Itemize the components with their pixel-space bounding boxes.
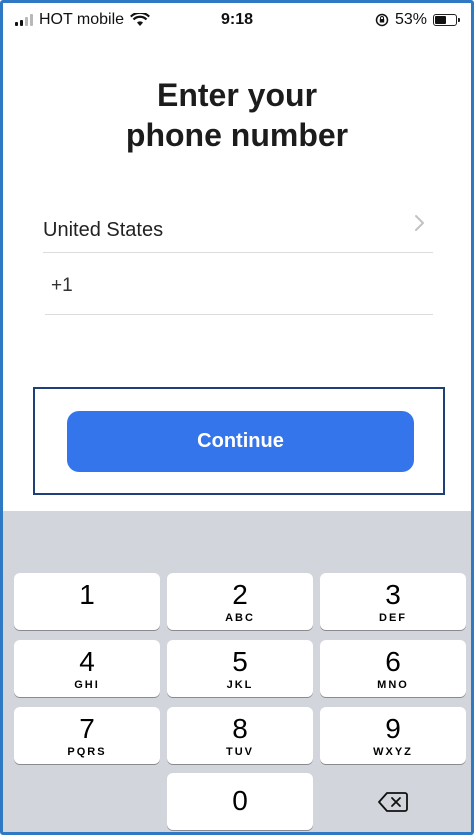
key-letters: MNO bbox=[377, 679, 409, 691]
status-right: 53% bbox=[375, 11, 460, 29]
delete-key[interactable] bbox=[320, 773, 466, 830]
battery-icon bbox=[433, 14, 460, 26]
key-digit: 1 bbox=[79, 579, 95, 610]
battery-percent: 53% bbox=[394, 11, 427, 28]
key-letters: ABC bbox=[225, 612, 255, 624]
page-title-line-2: phone number bbox=[125, 117, 349, 153]
key-digit: 2 bbox=[232, 579, 248, 610]
key-digit: 6 bbox=[385, 646, 401, 677]
country-code: +1 bbox=[51, 275, 73, 296]
key-6[interactable]: 6 MNO bbox=[320, 640, 466, 697]
key-letters: TUV bbox=[226, 746, 254, 758]
phone-number-field[interactable]: +1 bbox=[45, 253, 433, 315]
key-4[interactable]: 4 GHI bbox=[14, 640, 160, 697]
key-digit: 4 bbox=[79, 646, 95, 677]
key-digit: 9 bbox=[385, 713, 401, 744]
key-digit: 7 bbox=[79, 713, 95, 744]
key-digit: 3 bbox=[385, 579, 401, 610]
key-9[interactable]: 9 WXYZ bbox=[320, 707, 466, 764]
key-digit: 0 bbox=[232, 785, 248, 816]
key-digit: 8 bbox=[232, 713, 248, 744]
key-letters: WXYZ bbox=[373, 746, 413, 758]
page-title-line-1: Enter your bbox=[156, 77, 318, 113]
key-letters: DEF bbox=[379, 612, 407, 624]
country-selector[interactable]: United States bbox=[43, 203, 433, 253]
rotation-lock-icon bbox=[375, 13, 389, 27]
continue-button[interactable]: Continue bbox=[67, 411, 414, 472]
key-0[interactable]: 0 bbox=[167, 773, 313, 830]
key-digit: 5 bbox=[232, 646, 248, 677]
chevron-right-icon bbox=[415, 215, 424, 231]
phone-screen: HOT mobile 9:18 53% Enter your phone num… bbox=[0, 0, 474, 835]
page-title: Enter your phone number bbox=[3, 75, 471, 155]
key-2[interactable]: 2 ABC bbox=[167, 573, 313, 630]
status-bar: HOT mobile 9:18 53% bbox=[3, 3, 471, 37]
key-5[interactable]: 5 JKL bbox=[167, 640, 313, 697]
key-letters: GHI bbox=[74, 679, 100, 691]
key-letters: JKL bbox=[226, 679, 254, 691]
key-7[interactable]: 7 PQRS bbox=[14, 707, 160, 764]
key-8[interactable]: 8 TUV bbox=[167, 707, 313, 764]
backspace-icon bbox=[378, 791, 408, 812]
country-label: United States bbox=[43, 219, 164, 241]
numeric-keypad: 1 2 ABC 3 DEF 4 GHI 5 JKL 6 MNO 7 PQRS 8 bbox=[3, 511, 471, 832]
key-1[interactable]: 1 bbox=[14, 573, 160, 630]
key-3[interactable]: 3 DEF bbox=[320, 573, 466, 630]
key-letters: PQRS bbox=[67, 746, 107, 758]
